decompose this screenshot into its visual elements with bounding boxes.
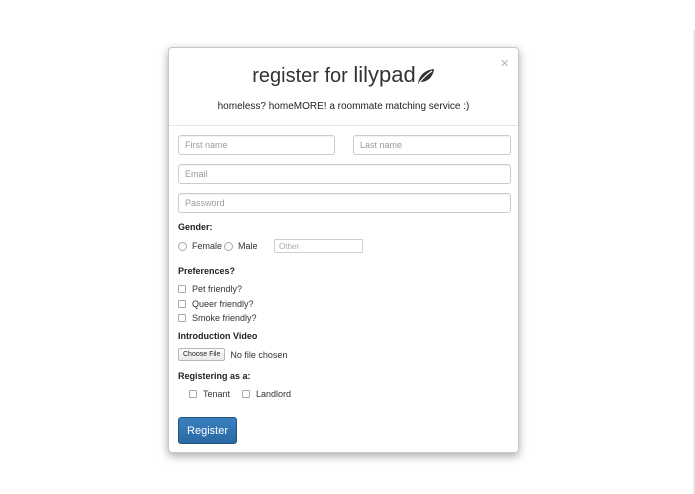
first-name-input[interactable] (178, 135, 335, 155)
registering-as-label: Registering as a: (178, 371, 251, 381)
file-status: No file chosen (230, 349, 288, 360)
gender-other-input[interactable] (274, 239, 363, 253)
checkbox[interactable] (178, 300, 186, 308)
gender-option-label: Male (238, 241, 258, 251)
preferences-label: Preferences? (178, 266, 236, 276)
checkbox[interactable] (178, 285, 186, 293)
checkbox[interactable] (178, 314, 186, 322)
last-name-input[interactable] (353, 135, 511, 155)
preference-queer-friendly[interactable]: Queer friendly? (178, 299, 254, 309)
registration-modal: × register for lilypad homeless? homeMOR… (168, 47, 519, 453)
register-as-option-label: Tenant (203, 389, 231, 399)
modal-title: register for lilypad (169, 62, 518, 88)
register-as-tenant[interactable]: Tenant (189, 389, 230, 399)
email-input[interactable] (178, 164, 511, 184)
leaf-icon (417, 69, 434, 84)
gender-option-male[interactable]: Male (224, 241, 258, 251)
preference-label: Pet friendly? (192, 284, 243, 294)
preference-label: Smoke friendly? (192, 313, 257, 323)
gender-option-label: Female (192, 241, 223, 251)
gender-option-female[interactable]: Female (178, 241, 222, 251)
video-label: Introduction Video (178, 331, 258, 341)
register-as-landlord[interactable]: Landlord (242, 389, 291, 399)
checkbox[interactable] (242, 390, 250, 398)
register-as-option-label: Landlord (256, 389, 292, 399)
video-file-picker: Choose File No file chosen (178, 348, 287, 361)
gender-label: Gender: (178, 222, 213, 232)
choose-file-button[interactable]: Choose File (178, 348, 226, 361)
preference-pet-friendly[interactable]: Pet friendly? (178, 284, 242, 294)
brand-name: lilypad (353, 62, 416, 87)
preference-smoke-friendly[interactable]: Smoke friendly? (178, 313, 257, 323)
radio-button[interactable] (224, 241, 233, 251)
tagline: homeless? homeMORE! a roommate matching … (217, 101, 470, 112)
title-prefix: register for (252, 65, 354, 87)
password-input[interactable] (178, 193, 511, 213)
radio-button[interactable] (178, 241, 187, 251)
preference-label: Queer friendly? (192, 299, 254, 309)
checkbox[interactable] (189, 390, 197, 398)
register-button[interactable]: Register (178, 417, 237, 444)
modal-header: register for lilypad homeless? homeMORE!… (169, 48, 518, 126)
